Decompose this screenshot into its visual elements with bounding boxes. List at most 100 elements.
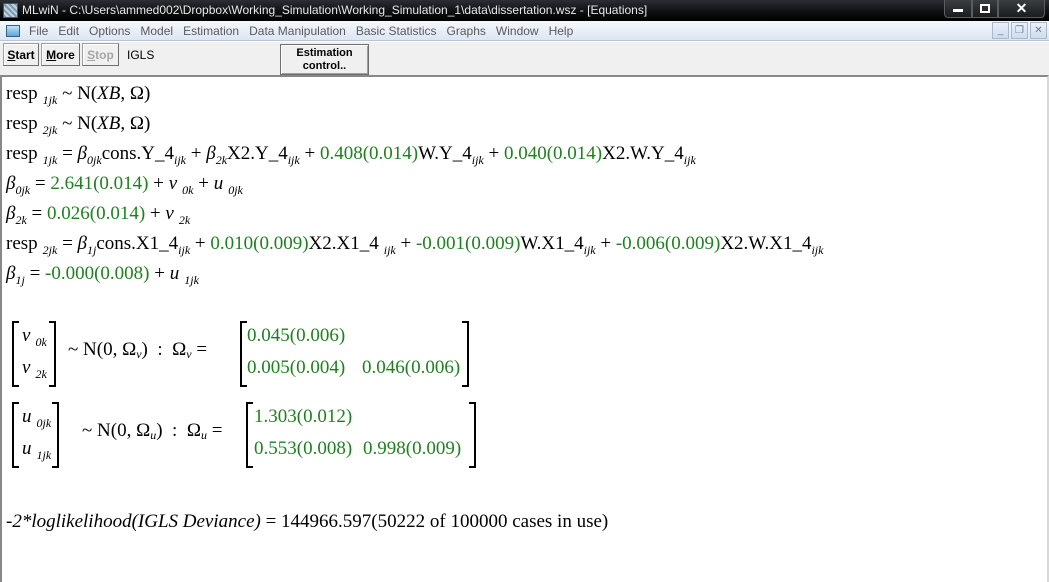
subscript: 1j (15, 273, 25, 287)
random-effect: u (213, 173, 224, 194)
subscript: 0jk (228, 183, 243, 197)
menu-estimation[interactable]: Estimation (178, 21, 244, 41)
matrix-cell: 1.303(0.012) (254, 406, 353, 427)
more-accelerator: M (46, 47, 57, 62)
menu-data-manipulation[interactable]: Data Manipulation (244, 21, 351, 41)
equation-beta0[interactable]: β0jk = 2.641(0.014) + v 0k + u 0jk (6, 173, 243, 197)
level2-covariance[interactable]: u 0jk u 1jk ~ N(0, Ωu) : Ωu = 1.303(0.012)… (10, 402, 480, 470)
restore-icon (980, 4, 990, 13)
random-effect: v (168, 173, 178, 194)
distribution-text: ~ N( (57, 113, 98, 134)
deviance-label: -2*loglikelihood(IGLS Deviance) (6, 511, 261, 532)
more-button[interactable]: More (41, 43, 80, 66)
estimate: 0.026(0.014) (47, 203, 146, 224)
distribution-statement: ~ N(0, Ωu) : Ωu = (82, 420, 223, 442)
subscript: 2jk (42, 123, 58, 137)
subscript: 2k (178, 213, 191, 227)
response-name: resp (6, 143, 38, 164)
window-title: MLwiN - C:\Users\ammed002\Dropbox\Workin… (22, 3, 648, 17)
variable-name: W.X1_4 (520, 233, 584, 254)
menu-window[interactable]: Window (491, 21, 544, 41)
window-controls: ✕ (944, 0, 1045, 18)
estimate: -0.000(0.008) (45, 263, 150, 284)
subscript: 1jk (42, 93, 58, 107)
stop-label: top (95, 47, 114, 62)
level3-covariance[interactable]: v 0k v 2k ~ N(0, Ωv) : Ωv = 0.045(0.006) 0… (10, 321, 480, 389)
start-label: tart (15, 47, 35, 62)
subscript: ijk (583, 243, 596, 257)
menu-file[interactable]: File (24, 21, 53, 41)
distribution-statement: ~ N(0, Ωv) : Ωv = (68, 339, 208, 361)
equation-resp2-distribution[interactable]: resp 2jk ~ N(XB, Ω) (6, 113, 150, 137)
right-bracket (469, 402, 476, 468)
subscript: 0jk (15, 183, 31, 197)
variable-name: W.Y_4 (418, 143, 472, 164)
matrix-cell: 0.046(0.006) (362, 357, 461, 378)
restore-icon: ❐ (1015, 25, 1024, 36)
menu-help[interactable]: Help (544, 21, 579, 41)
menu-options[interactable]: Options (84, 21, 135, 41)
distribution-text: ~ N( (57, 83, 98, 104)
subscript: ijk (383, 243, 396, 257)
variable-name: X2.W.Y_4 (602, 143, 684, 164)
start-accelerator: S (7, 47, 16, 62)
stop-button[interactable]: Stop (82, 43, 119, 66)
right-bracket (462, 321, 469, 387)
equation-resp2-fixed[interactable]: resp 2jk = β1jcons.X1_4ijk + 0.010(0.009)… (6, 233, 824, 257)
matrix-cell: 0.998(0.009) (363, 438, 462, 459)
random-effect: v (165, 203, 174, 224)
estimate: 0.010(0.009) (210, 233, 309, 254)
close-icon: ✕ (1015, 0, 1028, 16)
minimize-icon: _ (997, 25, 1004, 36)
subscript: 2jk (42, 243, 58, 257)
equation-resp1-distribution[interactable]: resp 1jk ~ N(XB, Ω) (6, 83, 150, 107)
vector-element: v 0k (22, 325, 47, 349)
variable-name: cons.X1_4 (96, 233, 179, 254)
variable-name: X2.Y_4 (227, 143, 288, 164)
vector-element: u 0jk (22, 406, 52, 430)
equation-beta2[interactable]: β2k = 0.026(0.014) + v 2k (6, 203, 191, 227)
minimize-button[interactable] (944, 0, 972, 18)
menu-graphs[interactable]: Graphs (442, 21, 491, 41)
child-restore-button[interactable]: ❐ (1011, 22, 1028, 39)
variable-name: X2.X1_4 (308, 233, 379, 254)
close-icon: ✕ (1034, 25, 1043, 36)
left-bracket (12, 402, 19, 468)
child-close-button[interactable]: ✕ (1030, 22, 1047, 39)
right-bracket (52, 402, 59, 468)
equation-beta1[interactable]: β1j = -0.000(0.008) + u 1jk (6, 263, 199, 287)
deviance-line[interactable]: -2*loglikelihood(IGLS Deviance) = 144966… (6, 511, 608, 533)
child-minimize-button[interactable]: _ (992, 22, 1009, 39)
menu-edit[interactable]: Edit (53, 21, 84, 41)
estimation-control-label-1: Estimation (296, 47, 353, 59)
matrix-cell: 0.553(0.008) (254, 438, 353, 459)
subscript: 1jk (42, 153, 58, 167)
estimate: -0.006(0.009) (615, 233, 721, 254)
document-icon[interactable] (6, 24, 20, 37)
subscript: ijk (811, 243, 824, 257)
stop-accelerator: S (87, 47, 96, 62)
start-button[interactable]: Start (3, 43, 39, 66)
equations-pane[interactable]: resp 1jk ~ N(XB, Ω) resp 2jk ~ N(XB, Ω) re… (0, 75, 1049, 582)
mlwin-app-icon (3, 3, 18, 18)
more-label: ore (56, 47, 75, 62)
response-name: resp (6, 113, 38, 134)
menu-bar: File Edit Options Model Estimation Data … (0, 21, 1049, 41)
estimation-control-button[interactable]: Estimation control.. (280, 44, 369, 75)
beta-symbol: β (77, 233, 88, 254)
close-button[interactable]: ✕ (998, 0, 1045, 18)
subscript: 0jk (87, 153, 102, 167)
equation-resp1-fixed[interactable]: resp 1jk = β0jkcons.Y_4ijk + β2kX2.Y_4ijk… (6, 143, 696, 167)
menu-model[interactable]: Model (135, 21, 178, 41)
menu-basic-statistics[interactable]: Basic Statistics (351, 21, 442, 41)
minimize-icon (953, 9, 963, 12)
xb-term: XB (97, 113, 121, 134)
toolbar: Start More Stop IGLS Estimation control.… (0, 42, 1049, 75)
subscript: 2k (215, 153, 228, 167)
maximize-button[interactable] (972, 0, 998, 18)
left-bracket (246, 402, 253, 468)
estimation-method: IGLS (127, 48, 155, 62)
estimate: -0.001(0.009) (415, 233, 521, 254)
deviance-value: = 144966.597(50222 of 100000 cases in us… (260, 511, 609, 532)
subscript: ijk (287, 153, 300, 167)
